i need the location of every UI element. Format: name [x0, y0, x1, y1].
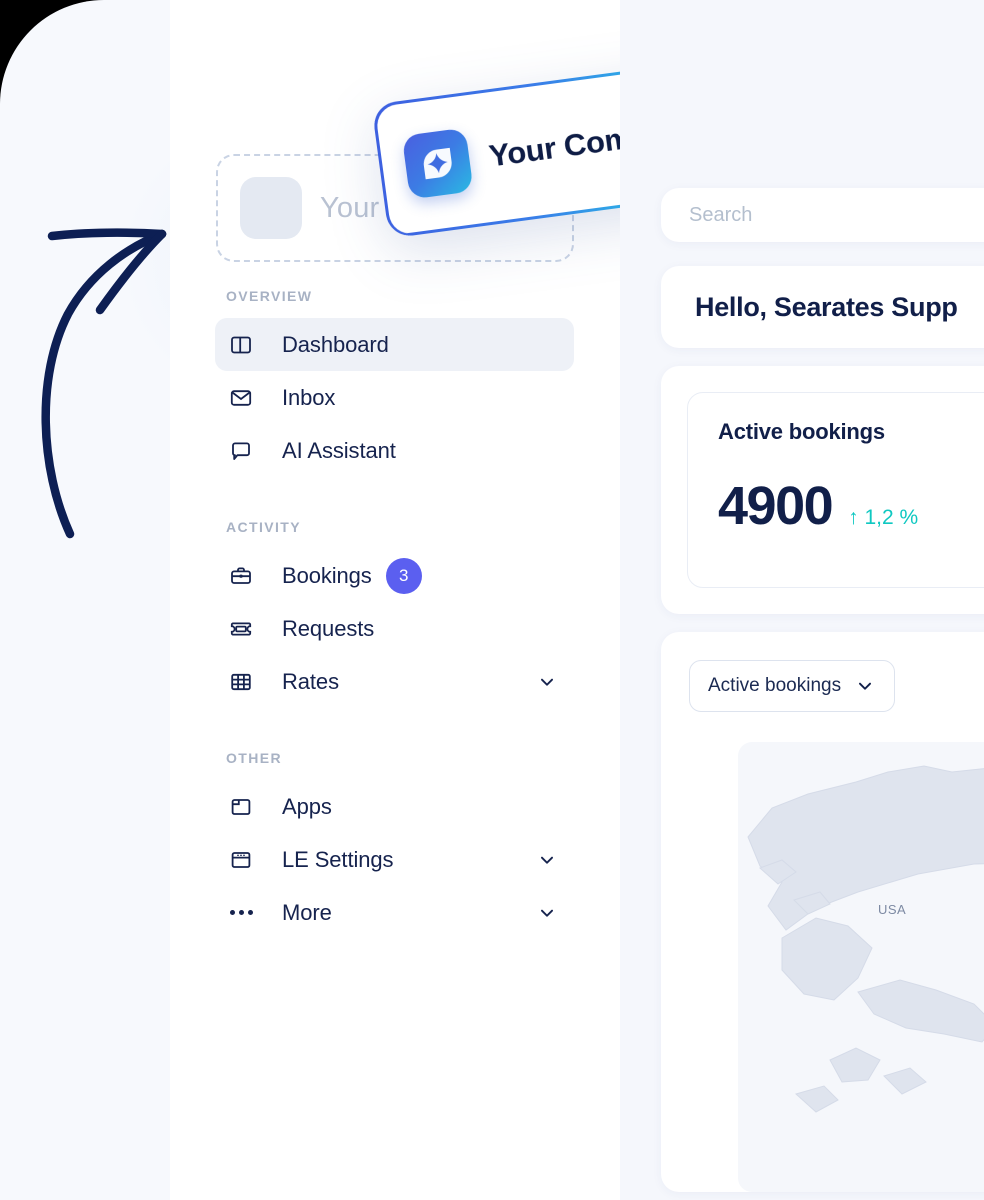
chevron-down-icon[interactable] — [854, 675, 876, 697]
sidebar-item-label: Rates — [282, 668, 339, 694]
stat-value: 4900 — [718, 476, 834, 536]
active-bookings-tile: Active bookings 4900 ↑ 1,2 % — [687, 392, 984, 588]
sidebar-nav: OVERVIEW Dashboard Inbox AI Assistant AC… — [170, 288, 620, 939]
nav-section-label-activity: ACTIVITY — [226, 519, 301, 535]
sidebar-item-label: Bookings — [282, 562, 372, 588]
chevron-down-icon[interactable] — [536, 902, 558, 924]
map-card: Active bookings USA — [661, 632, 984, 1192]
chat-bubble-icon — [227, 437, 255, 465]
sparkle-leaf-logo-icon — [401, 127, 474, 200]
stat-title: Active bookings — [718, 419, 885, 444]
main-content: Search Hello, Searates Supp Active booki… — [620, 0, 984, 1200]
sidebar-item-label: AI Assistant — [282, 437, 396, 463]
nav-section-overview: OVERVIEW Dashboard Inbox AI Assistant — [170, 288, 620, 477]
sidebar-item-label: More — [282, 899, 332, 925]
table-grid-icon — [227, 668, 255, 696]
map-filter-selected-value: Active bookings — [708, 675, 842, 696]
sidebar-item-apps[interactable]: Apps — [215, 780, 574, 833]
sidebar: Your Company Your Company OVERVIEW — [170, 0, 748, 1200]
stat-delta-positive: ↑ 1,2 % — [848, 506, 919, 529]
nav-section-other: OTHER Apps LE Settings More — [170, 750, 620, 939]
briefcase-icon — [227, 562, 255, 590]
sidebar-item-label: Apps — [282, 793, 332, 819]
logo-placeholder-thumbnail — [240, 177, 302, 239]
sidebar-item-label: LE Settings — [282, 846, 394, 872]
stats-card: Active bookings 4900 ↑ 1,2 % — [661, 366, 984, 614]
app-frame: Your Company Your Company OVERVIEW — [0, 0, 984, 1200]
sidebar-item-le-settings[interactable]: LE Settings — [215, 833, 574, 886]
sidebar-item-ai-assistant[interactable]: AI Assistant — [215, 424, 574, 477]
sidebar-item-label: Inbox — [282, 384, 336, 410]
sidebar-item-more[interactable]: More — [215, 886, 574, 939]
sidebar-item-inbox[interactable]: Inbox — [215, 371, 574, 424]
sidebar-item-rates[interactable]: Rates — [215, 655, 574, 708]
browser-panel-icon — [227, 846, 255, 874]
ellipsis-icon — [227, 899, 255, 927]
envelope-icon — [227, 384, 255, 412]
ticket-icon — [227, 615, 255, 643]
sidebar-item-dashboard[interactable]: Dashboard — [215, 318, 574, 371]
map-region-label: USA — [878, 902, 907, 917]
greeting-card: Hello, Searates Supp — [661, 266, 984, 348]
chevron-down-icon[interactable] — [536, 671, 558, 693]
world-map[interactable]: USA — [738, 742, 984, 1192]
window-icon — [227, 793, 255, 821]
sidebar-item-bookings[interactable]: Bookings 3 — [215, 549, 574, 602]
search-placeholder-text: Search — [689, 203, 753, 226]
sidebar-item-label: Dashboard — [282, 331, 389, 357]
page-title: Hello, Searates Supp — [695, 291, 958, 322]
chevron-down-icon[interactable] — [536, 849, 558, 871]
nav-section-label-other: OTHER — [226, 750, 282, 766]
status-badge: 3 — [385, 557, 422, 594]
layout-panel-icon — [227, 331, 255, 359]
sidebar-item-label: Requests — [282, 615, 375, 641]
sidebar-item-requests[interactable]: Requests — [215, 602, 574, 655]
map-filter-select[interactable]: Active bookings — [689, 660, 895, 712]
nav-section-label-overview: OVERVIEW — [226, 288, 313, 304]
search-input[interactable]: Search — [661, 188, 984, 242]
nav-section-activity: ACTIVITY Bookings 3 Requests Rates — [170, 519, 620, 708]
